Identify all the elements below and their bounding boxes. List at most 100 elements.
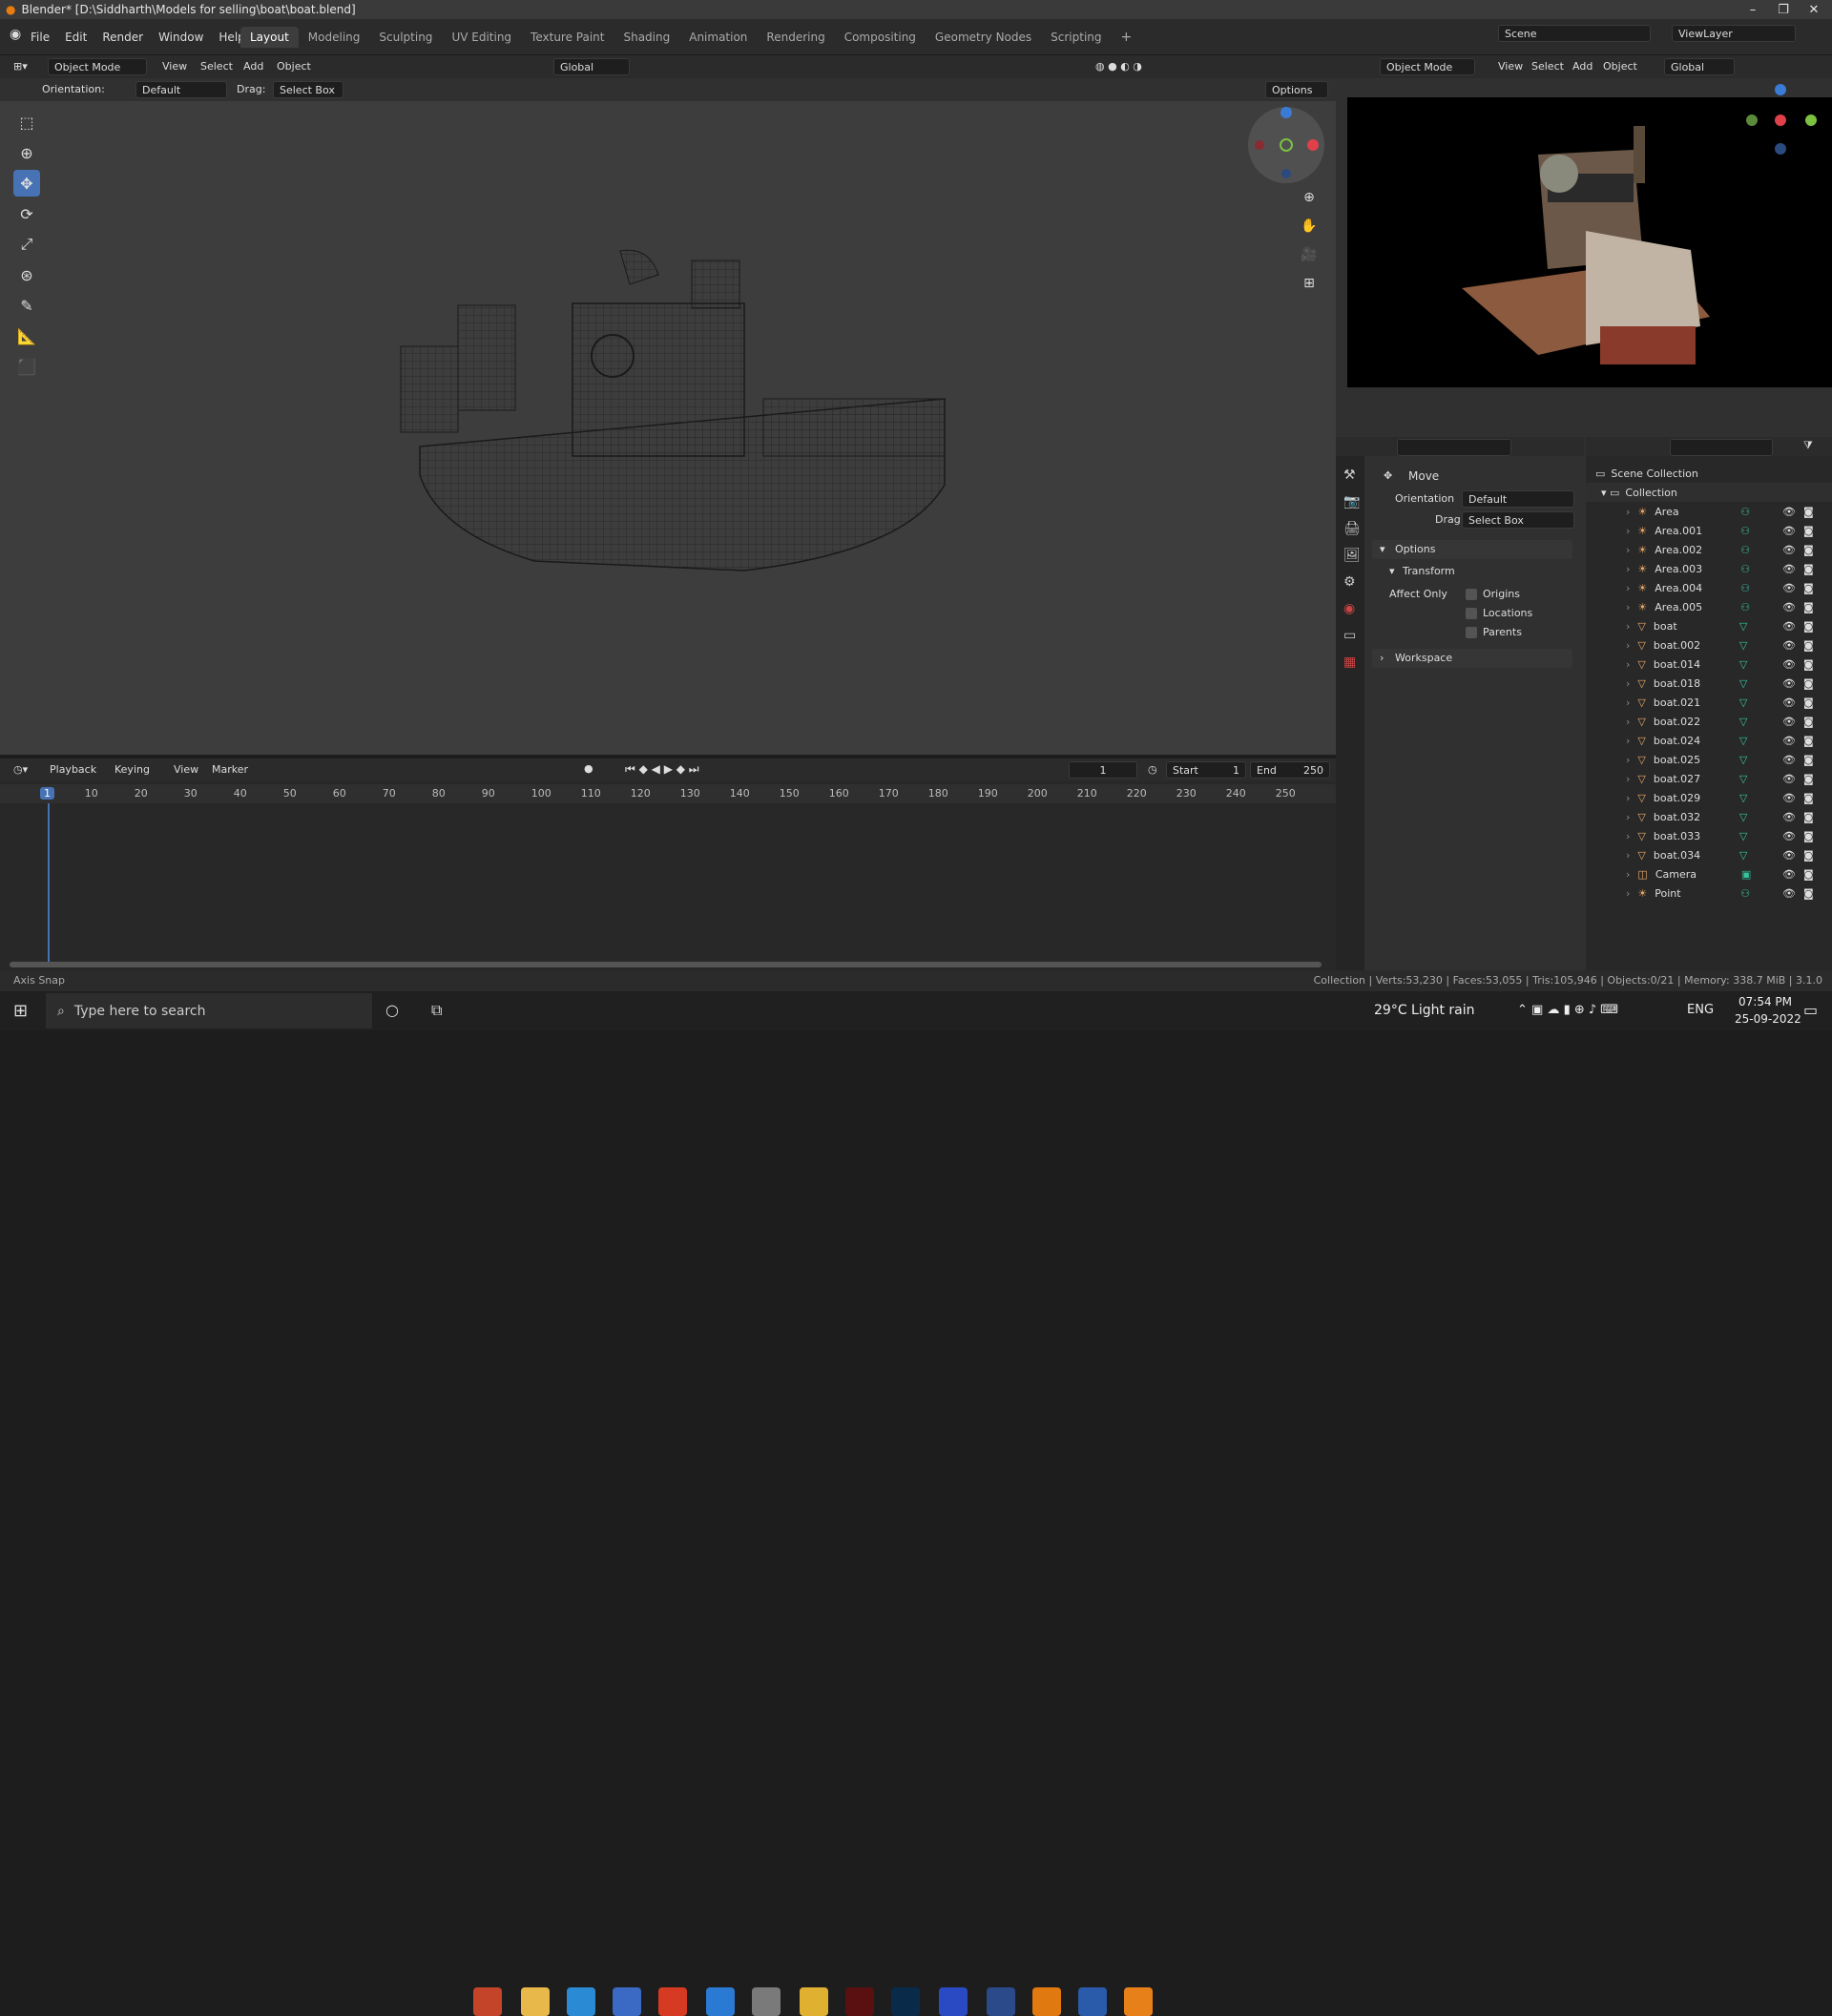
visibility-eye-icon[interactable]: 👁 [1782,639,1796,652]
record-icon[interactable]: ● [584,762,593,775]
cortana-icon[interactable]: ○ [385,1001,399,1019]
render-camera-icon[interactable]: ◙ [1803,887,1814,900]
outliner-item[interactable]: › ▽ boat.032 ▽ 👁 ◙ [1586,807,1832,826]
gizmo-x-axis[interactable] [1307,139,1319,151]
expand-chevron-icon[interactable]: › [1626,830,1630,842]
measure-icon[interactable]: 📐 [13,322,40,349]
current-frame-field[interactable]: 1 [1069,761,1137,779]
render-navigation-gizmo[interactable] [1742,82,1819,158]
navigation-gizmo[interactable] [1246,105,1326,185]
taskbar-search[interactable]: ⌕ Type here to search [46,993,372,1029]
visibility-eye-icon[interactable]: 👁 [1782,525,1796,537]
locations-checkbox[interactable]: Locations [1466,607,1532,619]
outliner-item[interactable]: › ☀ Area.005 ⚇ 👁 ◙ [1586,597,1832,616]
visibility-eye-icon[interactable]: 👁 [1782,696,1796,709]
prop-orientation-dropdown[interactable]: Default [1462,490,1574,508]
output-tab-icon[interactable]: 🖨 [1343,521,1361,536]
mode-selector[interactable]: Object Mode [48,58,147,75]
render-camera-icon[interactable]: ◙ [1803,696,1814,709]
expand-chevron-icon[interactable]: › [1626,773,1630,785]
tab-layout[interactable]: Layout [240,27,299,48]
render-camera-icon[interactable]: ◙ [1803,506,1814,518]
viewport-menu-select[interactable]: Select [200,60,233,73]
preview-range-icon[interactable]: ◷ [1148,763,1157,776]
expand-chevron-icon[interactable]: › [1626,506,1630,518]
tab-geometry-nodes[interactable]: Geometry Nodes [926,27,1041,48]
visibility-eye-icon[interactable]: 👁 [1782,792,1796,804]
timeline-scrollbar[interactable] [10,962,1322,967]
powerpoint-icon[interactable] [473,1987,502,2016]
menu-edit[interactable]: Edit [57,31,94,44]
scene-collection-row[interactable]: ▭ Scene Collection [1586,464,1832,483]
texture-tab-icon[interactable]: ▦ [1343,655,1357,670]
render-camera-icon[interactable]: ◙ [1803,830,1814,842]
outliner-item[interactable]: › ▽ boat ▽ 👁 ◙ [1586,616,1832,635]
outliner-item[interactable]: › ▽ boat.034 ▽ 👁 ◙ [1586,845,1832,864]
scale-icon[interactable]: ⤢ [13,231,40,258]
render-menu-select[interactable]: Select [1531,60,1564,73]
file-explorer-icon[interactable] [521,1987,550,2016]
annotate-icon[interactable]: ✎ [13,292,40,319]
viewlayer-selector[interactable]: ViewLayer [1672,25,1796,42]
expand-chevron-icon[interactable]: › [1626,716,1630,728]
windows-start-icon[interactable]: ⊞ [13,1001,28,1021]
start-frame-field[interactable]: Start 1 [1166,761,1246,779]
menu-window[interactable]: Window [151,31,211,44]
render-menu-add[interactable]: Add [1572,60,1593,73]
outliner-item[interactable]: › ▽ boat.014 ▽ 👁 ◙ [1586,655,1832,674]
word-icon[interactable] [1078,1987,1107,2016]
cursor-icon[interactable]: ⊕ [13,139,40,166]
drag-dropdown[interactable]: Select Box [273,81,344,98]
rotate-icon[interactable]: ⟳ [13,200,40,227]
visibility-eye-icon[interactable]: 👁 [1782,811,1796,823]
menu-file[interactable]: File [23,31,57,44]
outliner-item[interactable]: › ▽ boat.018 ▽ 👁 ◙ [1586,674,1832,693]
end-frame-field[interactable]: End 250 [1250,761,1330,779]
frame-ruler[interactable]: 1 10 20 30 40 50 60 70 80 90 100 110 120 130 140 150 160… [0,784,1336,803]
editor-type-icon[interactable]: ⊞▾ [13,60,28,73]
origins-checkbox[interactable]: Origins [1466,588,1520,600]
orientation-dropdown[interactable]: Default [135,81,227,98]
render-camera-icon[interactable]: ◙ [1803,716,1814,728]
expand-chevron-icon[interactable]: › [1626,525,1630,537]
render-camera-icon[interactable]: ◙ [1803,620,1814,633]
tab-modeling[interactable]: Modeling [299,27,370,48]
workspace-section[interactable]: › Workspace [1372,649,1572,668]
visibility-eye-icon[interactable]: 👁 [1782,601,1796,613]
options-dropdown[interactable]: Options [1265,81,1328,98]
view-layer-tab-icon[interactable]: 🖼 [1343,548,1361,563]
properties-search[interactable] [1397,439,1511,456]
outliner-item[interactable]: › ☀ Area.003 ⚇ 👁 ◙ [1586,559,1832,578]
render-camera-icon[interactable]: ◙ [1803,658,1814,671]
expand-chevron-icon[interactable]: › [1626,735,1630,747]
select-box-icon[interactable]: ⬚ [13,109,40,135]
blender-taskbar-icon[interactable] [1124,1987,1153,2016]
gizmo-neg-x-axis[interactable] [1255,140,1264,150]
expand-chevron-icon[interactable]: › [1626,582,1630,594]
scene-selector[interactable]: Scene [1498,25,1651,42]
tab-texture-paint[interactable]: Texture Paint [521,27,614,48]
outliner-item[interactable]: › ▽ boat.021 ▽ 👁 ◙ [1586,693,1832,712]
visibility-eye-icon[interactable]: 👁 [1782,868,1796,881]
expand-chevron-icon[interactable]: › [1626,658,1630,671]
parents-checkbox[interactable]: Parents [1466,626,1522,638]
zoom-icon[interactable]: ⊕ [1298,186,1321,209]
tab-uv-editing[interactable]: UV Editing [442,27,521,48]
expand-chevron-icon[interactable]: › [1626,639,1630,652]
expand-chevron-icon[interactable]: › [1626,563,1630,575]
expand-chevron-icon[interactable]: › [1626,696,1630,709]
render-camera-icon[interactable]: ◙ [1803,639,1814,652]
tab-compositing[interactable]: Compositing [835,27,926,48]
add-workspace-button[interactable]: + [1112,26,1142,49]
transform-orientation[interactable]: Global [553,58,630,75]
tab-shading[interactable]: Shading [614,27,679,48]
outliner-item[interactable]: › ▽ boat.024 ▽ 👁 ◙ [1586,731,1832,750]
visibility-eye-icon[interactable]: 👁 [1782,830,1796,842]
photoshop-icon[interactable] [891,1987,920,2016]
visibility-eye-icon[interactable]: 👁 [1782,563,1796,575]
add-cube-icon[interactable]: ⬛ [13,353,40,380]
menu-render[interactable]: Render [94,31,151,44]
outliner-item[interactable]: › ☀ Point ⚇ 👁 ◙ [1586,883,1832,903]
pan-hand-icon[interactable]: ✋ [1298,215,1321,238]
prop-drag-dropdown[interactable]: Select Box [1462,511,1574,529]
